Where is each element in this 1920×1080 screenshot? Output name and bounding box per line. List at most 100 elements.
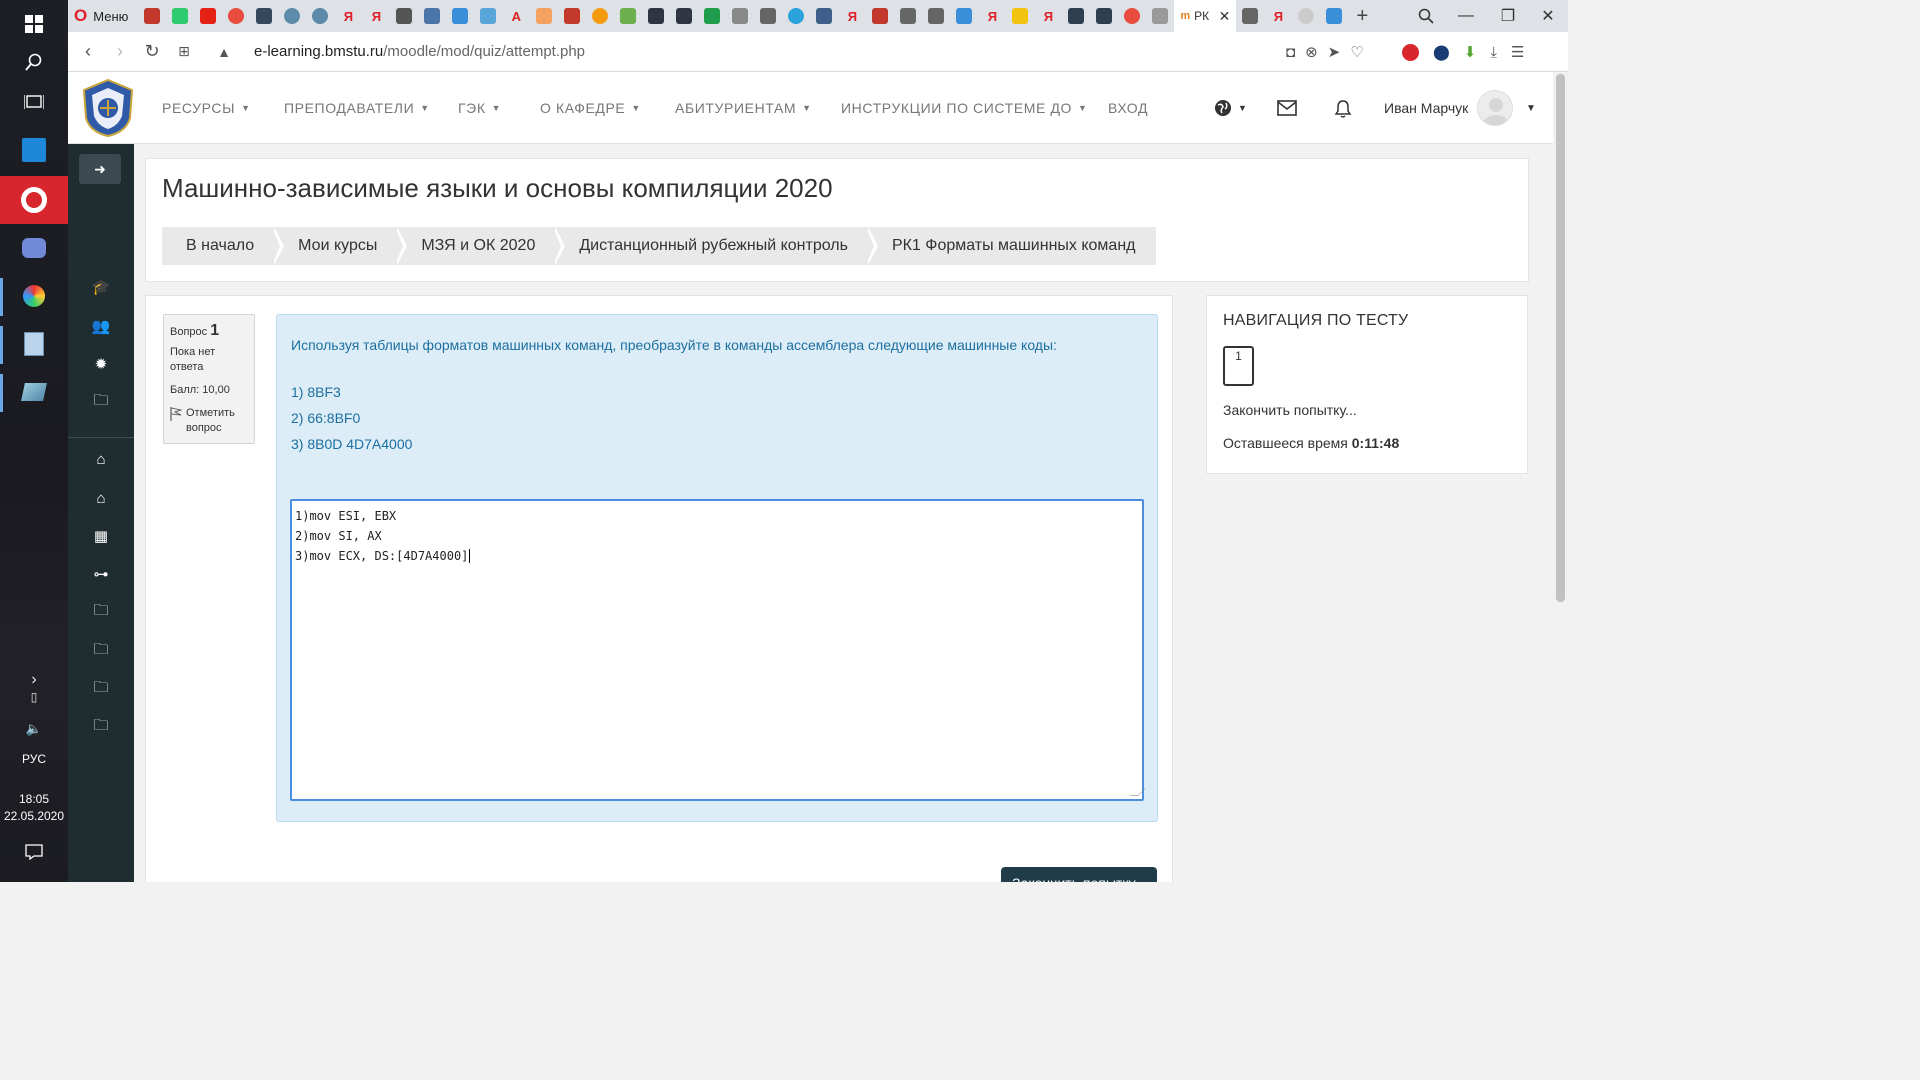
drawer-item-sitemap[interactable]: ⊶ — [68, 555, 134, 593]
breadcrumb-home[interactable]: В начало — [162, 227, 285, 265]
close-tab-icon[interactable]: ✕ — [1219, 8, 1231, 25]
reload-button[interactable]: ↻ — [136, 32, 168, 72]
breadcrumb-section[interactable]: Дистанционный рубежный контроль — [555, 227, 878, 265]
tab-10[interactable] — [390, 0, 418, 32]
tab-39[interactable] — [1236, 0, 1264, 32]
back-button[interactable]: ‹ — [72, 32, 104, 72]
drawer-item-participants[interactable]: 👥 — [68, 307, 134, 345]
tab-14[interactable]: A — [502, 0, 530, 32]
tab-16[interactable] — [558, 0, 586, 32]
breadcrumb-course[interactable]: МЗЯ и ОК 2020 — [397, 227, 566, 265]
send-icon[interactable]: ➤ — [1328, 43, 1341, 61]
taskbar-opera[interactable] — [0, 176, 68, 224]
tab-24[interactable] — [782, 0, 810, 32]
tab-3[interactable] — [194, 0, 222, 32]
tab-21[interactable] — [698, 0, 726, 32]
battery-indicator[interactable]: ▯ — [0, 682, 68, 712]
drawer-item-folder-1[interactable]: 🗀 — [68, 383, 134, 421]
tab-5[interactable] — [250, 0, 278, 32]
tab-32[interactable] — [1006, 0, 1034, 32]
forward-button[interactable]: › — [104, 32, 136, 72]
active-tab[interactable]: m РК ✕ — [1174, 0, 1237, 32]
snapshot-icon[interactable]: ◘ — [1286, 44, 1295, 61]
clock-date[interactable]: 22.05.2020 — [0, 809, 68, 823]
new-tab-button[interactable]: + — [1348, 0, 1376, 32]
menu-teachers[interactable]: ПРЕПОДАВАТЕЛИ ▼ — [284, 72, 430, 144]
language-menu[interactable]: ▼ — [1214, 72, 1247, 144]
tab-7[interactable] — [306, 0, 334, 32]
quiz-nav-question-1[interactable]: 1 — [1223, 346, 1254, 386]
tab-27[interactable] — [866, 0, 894, 32]
drawer-item-folder-2[interactable]: 🗀 — [68, 593, 134, 631]
answer-textarea[interactable]: 1)mov ESI, EBX 2)mov SI, AX 3)mov ECX, DS:… — [290, 499, 1144, 801]
tab-1[interactable] — [138, 0, 166, 32]
tab-23[interactable] — [754, 0, 782, 32]
messages-button[interactable] — [1277, 72, 1297, 144]
minimize-button[interactable]: — — [1446, 0, 1486, 32]
tab-40[interactable]: Я — [1264, 0, 1292, 32]
tab-17[interactable] — [586, 0, 614, 32]
taskbar-paint[interactable] — [0, 272, 68, 320]
shield-icon[interactable]: ⊗ — [1305, 43, 1318, 61]
breadcrumb-my-courses[interactable]: Мои курсы — [274, 227, 408, 265]
finish-attempt-link[interactable]: Закончить попытку... — [1223, 402, 1357, 418]
tab-6[interactable] — [278, 0, 306, 32]
notifications-button[interactable] — [0, 828, 68, 876]
taskbar-discord[interactable] — [0, 224, 68, 272]
tab-35[interactable] — [1090, 0, 1118, 32]
tab-37[interactable] — [1146, 0, 1174, 32]
taskbar-app-2[interactable] — [0, 368, 68, 416]
tab-29[interactable] — [922, 0, 950, 32]
breadcrumb-quiz[interactable]: РК1 Форматы машинных команд — [867, 227, 1156, 265]
tab-28[interactable] — [894, 0, 922, 32]
user-menu-toggle[interactable]: ▼ — [1526, 72, 1536, 144]
drawer-item-folder-5[interactable]: 🗀 — [68, 708, 134, 746]
page-scrollbar[interactable] — [1553, 72, 1568, 882]
menu-resources[interactable]: РЕСУРСЫ ▼ — [162, 72, 251, 144]
tab-31[interactable]: Я — [978, 0, 1006, 32]
tab-22[interactable] — [726, 0, 754, 32]
tab-20[interactable] — [670, 0, 698, 32]
security-badge[interactable]: ▲ — [208, 32, 240, 72]
adblock-icon[interactable] — [1402, 43, 1419, 61]
language-indicator[interactable]: РУС — [0, 752, 68, 766]
tab-34[interactable] — [1062, 0, 1090, 32]
drawer-item-badges[interactable]: ✹ — [68, 345, 134, 383]
avatar[interactable] — [1477, 90, 1513, 126]
tab-2[interactable] — [166, 0, 194, 32]
tab-15[interactable] — [530, 0, 558, 32]
user-menu[interactable]: Иван Марчук — [1384, 72, 1468, 144]
drawer-item-home[interactable]: ⌂ — [68, 440, 134, 478]
flag-question-button[interactable]: Отметить вопрос — [170, 406, 248, 436]
restore-button[interactable]: ❐ — [1488, 0, 1528, 32]
drawer-toggle-button[interactable]: ➜ — [79, 154, 121, 184]
menu-applicants[interactable]: АБИТУРИЕНТАМ ▼ — [675, 72, 812, 144]
opera-menu-button[interactable]: O Меню — [68, 0, 138, 32]
finish-attempt-button[interactable]: Закончить попытку... — [1001, 867, 1157, 882]
bmstu-logo[interactable] — [80, 78, 136, 138]
easy-setup-icon[interactable]: ☰ — [1511, 43, 1524, 61]
speed-dial-button[interactable]: ⊞ — [168, 32, 200, 72]
taskbar-calculator[interactable] — [0, 320, 68, 368]
tab-36[interactable] — [1118, 0, 1146, 32]
tab-search-button[interactable] — [1406, 0, 1446, 32]
heart-icon[interactable]: ♡ — [1350, 43, 1363, 61]
vpn-icon[interactable]: ⬤ — [1433, 43, 1450, 61]
taskbar-app-1[interactable] — [0, 126, 68, 174]
menu-instructions[interactable]: ИНСТРУКЦИИ ПО СИСТЕМЕ ДО ▼ — [841, 72, 1088, 144]
download-helper-icon[interactable]: ⬇ — [1464, 43, 1477, 61]
drawer-item-calendar[interactable]: ▦ — [68, 517, 134, 555]
scrollbar-thumb[interactable] — [1556, 74, 1565, 602]
menu-about[interactable]: О КАФЕДРЕ ▼ — [540, 72, 641, 144]
tab-19[interactable] — [642, 0, 670, 32]
tab-18[interactable] — [614, 0, 642, 32]
tab-30[interactable] — [950, 0, 978, 32]
tab-11[interactable] — [418, 0, 446, 32]
clock-time[interactable]: 18:05 — [0, 792, 68, 806]
tab-33[interactable]: Я — [1034, 0, 1062, 32]
url-field[interactable]: e-learning.bmstu.ru/moodle/mod/quiz/atte… — [254, 43, 585, 60]
drawer-item-courses[interactable]: 🎓 — [68, 268, 134, 306]
tab-12[interactable] — [446, 0, 474, 32]
downloads-icon[interactable]: ⤓ — [1490, 44, 1497, 61]
close-window-button[interactable]: ✕ — [1528, 0, 1568, 32]
